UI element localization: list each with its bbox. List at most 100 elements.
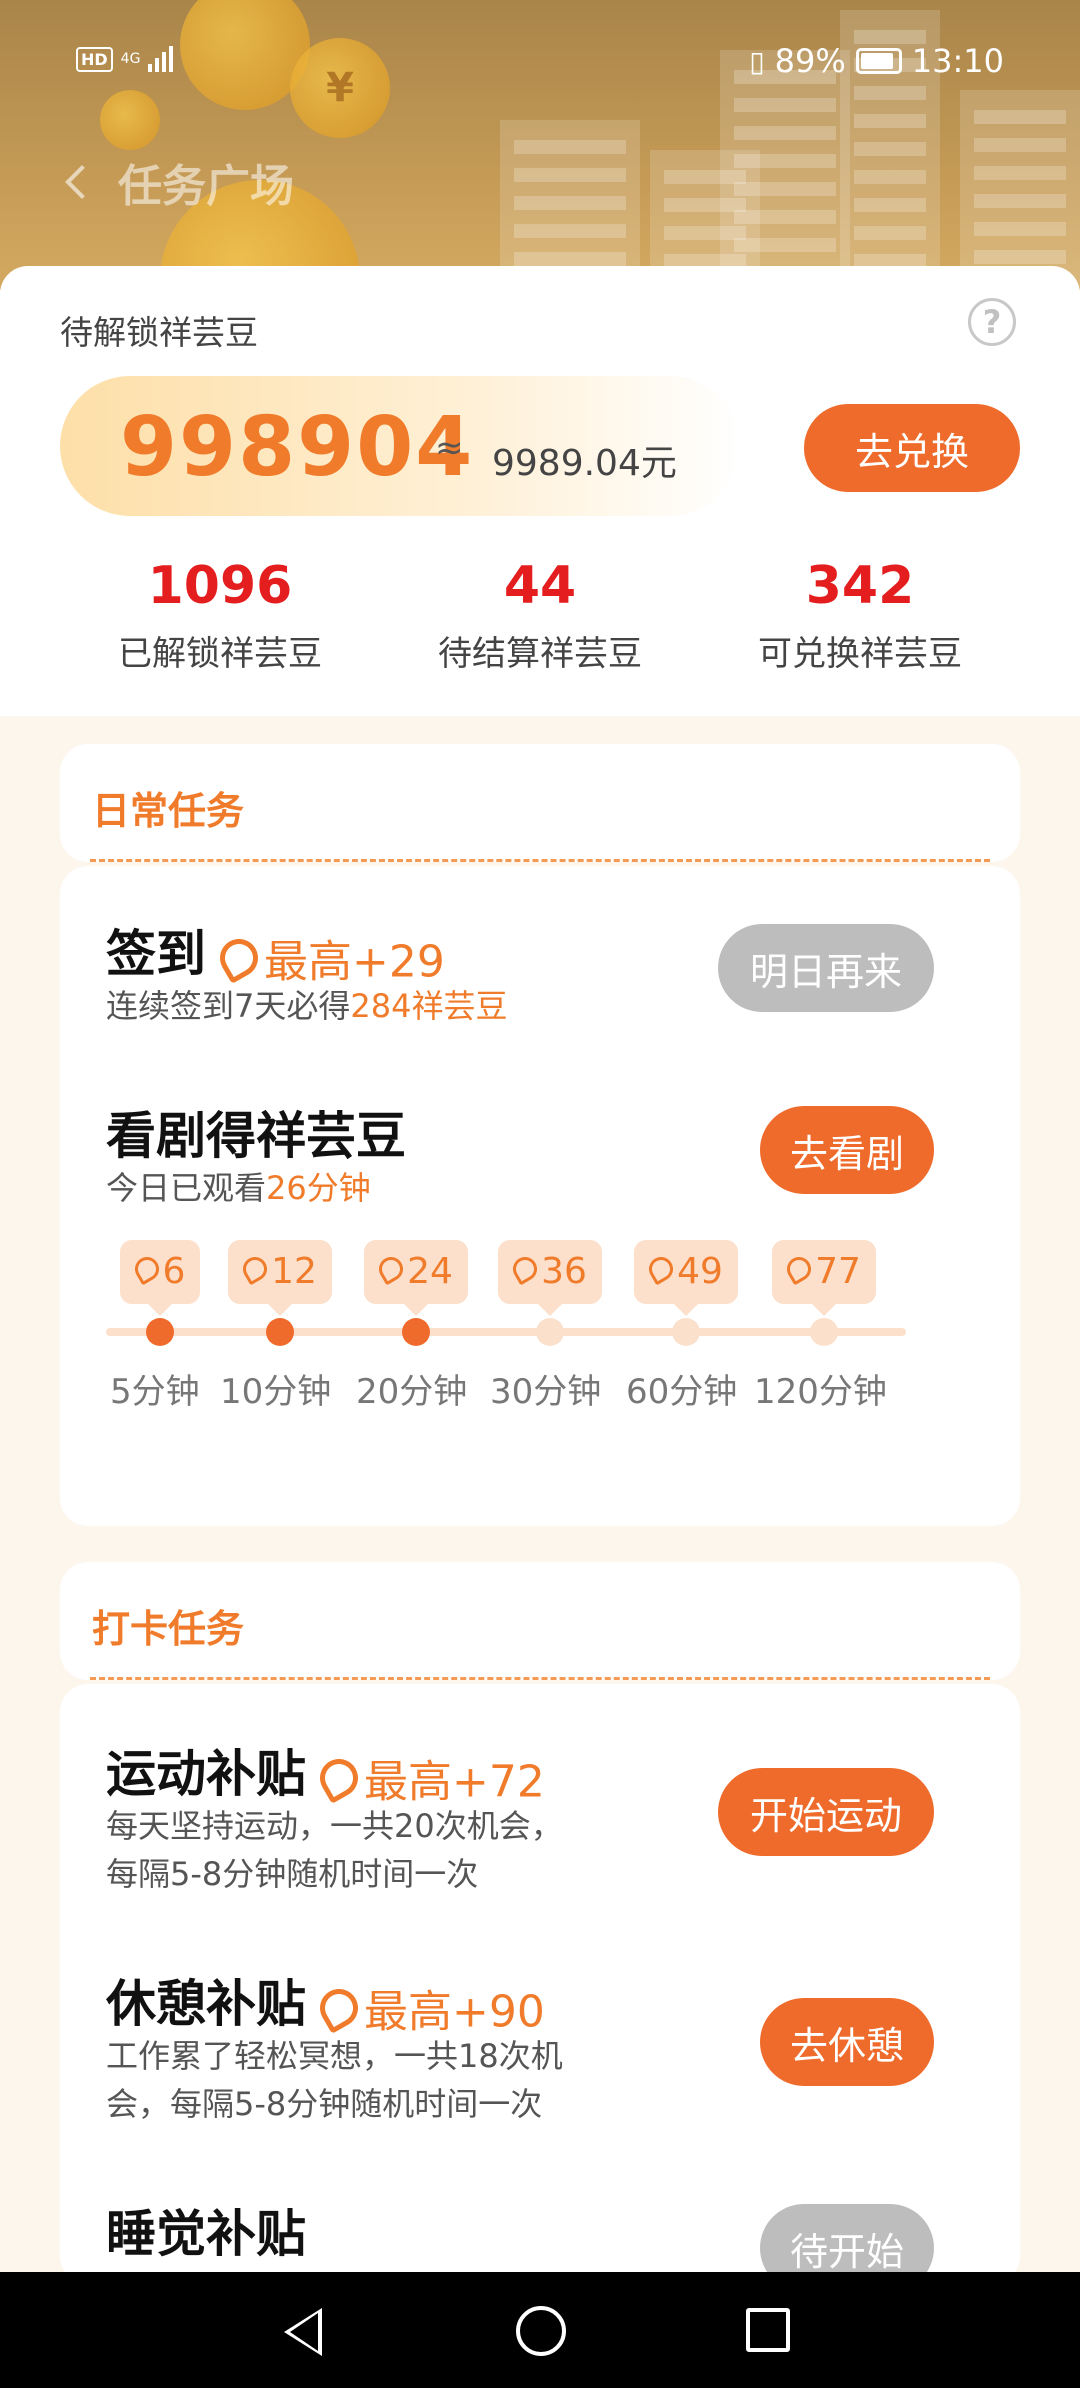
- nav-home-icon[interactable]: [516, 2306, 566, 2356]
- task-name: 签到: [106, 925, 206, 983]
- bean-icon: [644, 1252, 678, 1286]
- task-reward: 最高+90: [364, 1986, 545, 2038]
- milestone-reward: 24: [364, 1240, 468, 1316]
- milestone-label: 20分钟: [356, 1372, 468, 1412]
- clock: 13:10: [911, 42, 1004, 80]
- stat-value: 1096: [147, 556, 293, 616]
- desc-line: 工作累了轻松冥想，一共18次机: [106, 2037, 563, 2075]
- daily-tasks-body: 签到 最高+29 连续签到7天必得284祥芸豆 明日再来 看剧得祥芸豆 今日已观看…: [60, 866, 1020, 1526]
- desc-highlight: 26分钟: [266, 1169, 371, 1207]
- desc-line: 会，每隔5-8分钟随机时间一次: [106, 2085, 543, 2123]
- summary-card: 待解锁祥芸豆 ? 998904 ≈ 9989.04元 去兑换 1096 已解锁祥…: [0, 266, 1080, 716]
- milestone-label: 5分钟: [110, 1372, 200, 1412]
- stat-label: 待结算祥芸豆: [438, 634, 642, 674]
- battery-icon: [855, 48, 902, 74]
- milestone-dot: [672, 1318, 700, 1346]
- stat-value: 342: [805, 556, 915, 616]
- milestone-reward: 6: [120, 1240, 200, 1316]
- exchange-button[interactable]: 去兑换: [804, 404, 1020, 492]
- signin-tomorrow-button[interactable]: 明日再来: [718, 924, 934, 1012]
- bean-icon: [508, 1252, 542, 1286]
- milestone-reward: 49: [634, 1240, 738, 1316]
- exercise-task-desc: 每天坚持运动，一共20次机会， 每隔5-8分钟随机时间一次: [106, 1802, 563, 1898]
- hd-icon: HD: [76, 46, 113, 72]
- dashed-divider: [90, 1677, 990, 1680]
- bean-icon: [313, 1981, 365, 2034]
- back-icon[interactable]: [65, 165, 99, 199]
- stat-redeemable: 342 可兑换祥芸豆: [700, 556, 1020, 675]
- checkin-tasks-body: 运动补贴 最高+72 每天坚持运动，一共20次机会， 每隔5-8分钟随机时间一次 …: [60, 1684, 1020, 2292]
- checkin-tasks-header: 打卡任务: [60, 1562, 1020, 1680]
- progress-track: [106, 1328, 906, 1336]
- locked-beans-label: 待解锁祥芸豆: [60, 313, 258, 352]
- milestone-reward-value: 12: [271, 1251, 317, 1292]
- milestone-dot: [266, 1318, 294, 1346]
- status-bar: HD 4G ▯ 89% 13:10: [0, 38, 1080, 88]
- watch-progress: 6 5分钟 12 10分钟 24 20分钟 36 30分钟 49 60分钟 77 120分钟: [106, 1240, 926, 1420]
- stats-row: 1096 已解锁祥芸豆 44 待结算祥芸豆 342 可兑换祥芸豆: [0, 556, 1080, 675]
- network-indicator: HD 4G: [76, 46, 174, 72]
- locked-amount: 998904: [120, 400, 475, 495]
- task-name: 休憩补贴: [106, 1975, 306, 2033]
- milestone-label: 10分钟: [220, 1372, 332, 1412]
- bean-icon: [238, 1252, 272, 1286]
- building-decoration: [960, 90, 1080, 290]
- sleep-task-title: 睡觉补贴: [106, 2205, 306, 2263]
- stat-unlocked: 1096 已解锁祥芸豆: [60, 556, 380, 675]
- milestone-dot: [146, 1318, 174, 1346]
- stat-pending: 44 待结算祥芸豆: [380, 556, 700, 675]
- system-nav-bar: [0, 2272, 1080, 2388]
- milestone-reward: 77: [772, 1240, 876, 1316]
- header-banner: ¥ HD 4G ▯ 89% 13:10 任务广场: [0, 0, 1080, 290]
- building-decoration: [500, 120, 640, 290]
- desc-text: 今日已观看: [106, 1169, 267, 1207]
- signal-icon: [148, 46, 174, 72]
- stat-label: 已解锁祥芸豆: [118, 634, 322, 674]
- milestone-reward-value: 49: [677, 1251, 723, 1292]
- milestone-reward: 12: [228, 1240, 332, 1316]
- exercise-task-title: 运动补贴 最高+72: [106, 1734, 545, 1810]
- milestone-dot: [402, 1318, 430, 1346]
- milestone-label: 120分钟: [754, 1372, 887, 1412]
- approx-symbol: ≈: [435, 428, 464, 468]
- stat-label: 可兑换祥芸豆: [758, 634, 962, 674]
- watch-task-title: 看剧得祥芸豆: [106, 1107, 406, 1165]
- desc-line: 每隔5-8分钟随机时间一次: [106, 1855, 479, 1893]
- task-reward: 最高+72: [364, 1756, 545, 1808]
- start-exercise-button[interactable]: 开始运动: [718, 1768, 934, 1856]
- milestone-reward-value: 6: [162, 1251, 186, 1292]
- section-title: 打卡任务: [92, 1607, 245, 1651]
- bean-icon: [782, 1252, 816, 1286]
- milestone-reward-value: 36: [541, 1251, 587, 1292]
- bean-icon: [213, 931, 265, 984]
- milestone-label: 30分钟: [490, 1372, 602, 1412]
- rest-task-title: 休憩补贴 最高+90: [106, 1964, 545, 2040]
- watch-drama-button[interactable]: 去看剧: [760, 1106, 934, 1194]
- milestone-dot: [810, 1318, 838, 1346]
- bean-icon: [130, 1252, 163, 1286]
- bean-icon: [313, 1751, 365, 1804]
- go-rest-button[interactable]: 去休憩: [760, 1998, 934, 2086]
- task-reward: 最高+29: [264, 936, 445, 988]
- vibrate-icon: ▯: [749, 44, 765, 78]
- page-title: 任务广场: [118, 161, 294, 212]
- signin-task-desc: 连续签到7天必得284祥芸豆: [106, 982, 507, 1030]
- nav-back-icon[interactable]: [284, 2308, 322, 2356]
- daily-tasks-header: 日常任务: [60, 744, 1020, 862]
- task-name: 运动补贴: [106, 1745, 306, 1803]
- watch-task-desc: 今日已观看26分钟: [106, 1164, 371, 1212]
- bean-icon: [374, 1252, 408, 1286]
- nav-recents-icon[interactable]: [746, 2308, 790, 2352]
- coin-decoration: [100, 90, 160, 150]
- signin-task-title: 签到 最高+29: [106, 914, 445, 990]
- help-icon[interactable]: ?: [968, 298, 1016, 346]
- desc-highlight: 284祥芸豆: [350, 987, 508, 1025]
- stat-value: 44: [503, 556, 577, 616]
- nav-bar: 任务广场: [65, 150, 294, 214]
- section-title: 日常任务: [92, 789, 245, 833]
- milestone-dot: [536, 1318, 564, 1346]
- approx-yuan-value: 9989.04元: [492, 443, 677, 484]
- desc-line: 每天坚持运动，一共20次机会，: [106, 1807, 563, 1845]
- rest-task-desc: 工作累了轻松冥想，一共18次机 会，每隔5-8分钟随机时间一次: [106, 2032, 563, 2128]
- milestone-reward-value: 24: [407, 1251, 453, 1292]
